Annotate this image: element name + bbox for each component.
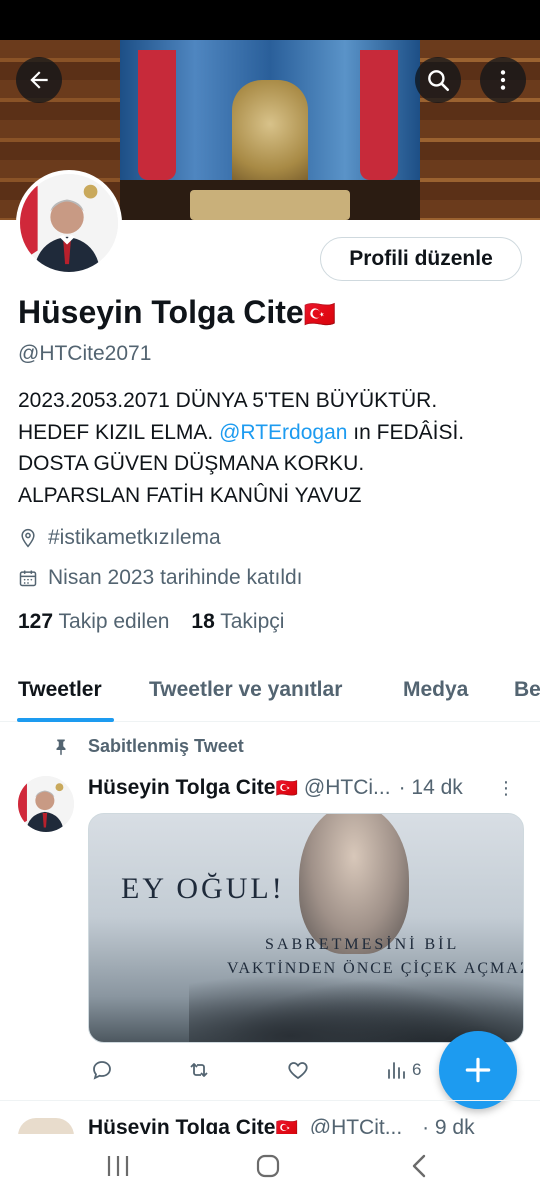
retweet-icon [190,1063,208,1077]
follow-stats: 127 Takip edilen 18 Takipçi [18,610,284,634]
like-button[interactable] [286,1058,310,1082]
more-options-button[interactable] [480,57,526,103]
display-name-text: Hüseyin Tolga Cite [18,294,304,330]
location-text[interactable]: #istikametkızılema [48,526,221,550]
tab-tweets[interactable]: Tweetler [18,678,102,702]
recent-apps-icon[interactable] [104,1152,132,1180]
calendar-icon [19,570,37,587]
bio-line: HEDEF KIZIL ELMA. @RTErdogan ın FEDÂİSİ. [18,417,523,449]
profile-tabs: Tweetler Tweetler ve yanıtlar Medya Be [0,664,540,722]
banner-flag-right [360,50,398,180]
banner-flag-left [138,50,176,180]
reply-button[interactable] [90,1058,114,1082]
tweet-header: Hüseyin Tolga Cite 🇹🇷 @HTCi... · 14 dk ⋮ [88,776,520,800]
banner-throne [232,80,308,190]
tweet-author-handle: @HTCi... [303,776,391,799]
media-title-text: EY OĞUL! [121,872,285,905]
tweet2-timestamp[interactable]: · 9 dk [422,1116,475,1136]
location-pin-icon [21,528,35,548]
following-link[interactable]: 127 Takip edilen [18,610,169,634]
avatar-photo [20,174,118,272]
search-icon [428,70,450,92]
active-tab-indicator [17,718,114,722]
media-subtitle-line2: VAKTİNDEN ÖNCE ÇİÇEK AÇMAZ [227,960,524,977]
heart-icon [288,1062,308,1080]
followers-label: Takipçi [220,610,285,633]
bio-mention-link[interactable]: @RTErdogan [219,421,347,444]
home-icon[interactable] [254,1152,282,1180]
search-button[interactable] [415,57,461,103]
arrow-left-icon [30,71,48,89]
tab-tweets-and-replies[interactable]: Tweetler ve yanıtlar [149,678,342,702]
pinned-tweet-label: Sabitlenmiş Tweet [52,736,244,757]
compose-tweet-button[interactable] [439,1031,517,1109]
tweet-author-avatar[interactable] [18,776,74,832]
views-count: 6 [412,1060,422,1079]
tweet2-author-name[interactable]: Hüseyin Tolga Cite [88,1116,275,1136]
following-count: 127 [18,610,54,633]
profile-location: #istikametkızılema [18,526,221,550]
retweet-button[interactable] [187,1058,211,1082]
tweet-author-name[interactable]: Hüseyin Tolga Cite [88,776,275,800]
tweet2-header: Hüseyin Tolga Cite🇹🇷 @HTCit... · 9 dk [88,1116,520,1136]
edit-profile-button[interactable]: Profili düzenle [320,237,522,281]
banner-table [190,190,350,220]
back-button[interactable] [16,57,62,103]
pinned-text: Sabitlenmiş Tweet [88,736,244,756]
bio-text: HEDEF KIZIL ELMA. [18,420,220,444]
joined-text: Nisan 2023 tarihinde katıldı [48,566,303,589]
following-label: Takip edilen [58,610,170,633]
tweet2-author-handle: @HTCit... [309,1116,403,1136]
tab-likes[interactable]: Be [514,678,540,702]
reply-icon [93,1061,111,1080]
tweet-actions: 6 [88,1058,428,1088]
turkey-flag-emoji: 🇹🇷 [275,777,298,798]
more-vertical-icon [500,70,506,90]
pin-icon [56,739,66,755]
tweet-media-image[interactable]: EY OĞUL! SABRETMESİNİ BİL VAKTİNDEN ÖNCE… [88,813,524,1043]
android-navigation-bar [0,1134,540,1200]
views-button[interactable]: 6 [384,1058,421,1082]
bio-text: ın FEDÂİSİ. [347,420,465,444]
tab-media[interactable]: Medya [403,678,468,702]
followers-count: 18 [191,610,215,633]
media-portrait [299,814,409,954]
profile-joined-date: Nisan 2023 tarihinde katıldı [18,566,303,590]
profile-bio: 2023.2053.2071 DÜNYA 5'TEN BÜYÜKTÜR. HED… [18,385,523,511]
status-bar [0,0,540,40]
profile-display-name: Hüseyin Tolga Cite🇹🇷 [18,294,336,331]
turkey-flag-emoji: 🇹🇷 [303,299,337,329]
bio-line: DOSTA GÜVEN DÜŞMANA KORKU. [18,452,365,475]
views-icon [388,1062,405,1079]
profile-avatar[interactable] [16,170,122,276]
profile-handle: @HTCite2071 [18,342,152,365]
followers-link[interactable]: 18 Takipçi [191,610,284,634]
media-subtitle-line1: SABRETMESİNİ BİL [265,936,460,953]
tweet-more-icon[interactable]: ⋮ [497,778,515,799]
tweet-timestamp[interactable]: · 14 dk [399,776,463,800]
plus-icon [465,1057,491,1083]
tweet-divider [0,1100,540,1101]
bio-line: 2023.2053.2071 DÜNYA 5'TEN BÜYÜKTÜR. [18,389,438,412]
bio-line: ALPARSLAN FATİH KANÛNİ YAVUZ [18,483,362,507]
back-nav-icon[interactable] [406,1152,434,1180]
